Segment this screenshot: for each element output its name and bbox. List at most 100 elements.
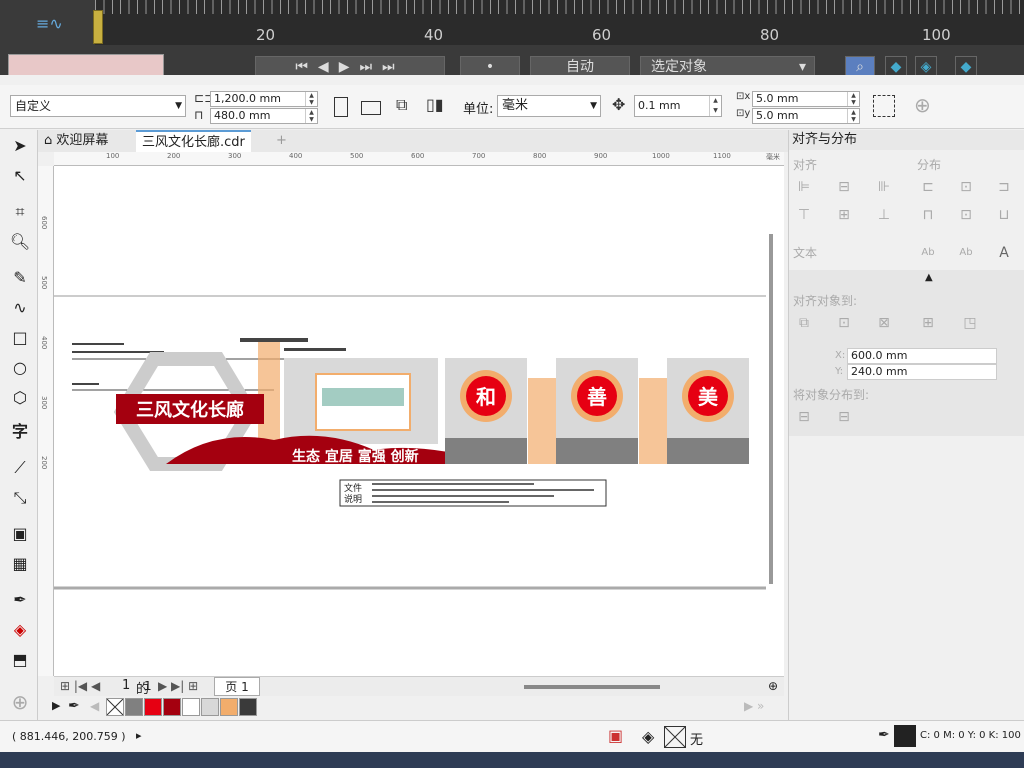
text-tool-icon[interactable]: 字: [8, 420, 32, 444]
mode-button[interactable]: 自动: [530, 56, 630, 76]
pick-tool-icon[interactable]: ➤: [8, 134, 32, 158]
preset-dropdown[interactable]: 自定义 ▼: [10, 95, 186, 117]
text-align-icon[interactable]: Ab: [919, 244, 937, 262]
selection-extent-icon[interactable]: ⊟: [795, 408, 813, 426]
spinner-icon[interactable]: ▲ ▼: [847, 109, 859, 123]
current-page-icon[interactable]: ▯▮: [426, 95, 444, 114]
fill-bucket-icon[interactable]: ◈: [642, 727, 654, 746]
horizontal-scrollbar[interactable]: [524, 685, 660, 689]
nudge-field[interactable]: 0.1 mm ▲ ▼: [634, 95, 722, 117]
all-pages-icon[interactable]: ⧉: [396, 95, 407, 115]
zoom-fit-icon[interactable]: ⊕: [768, 679, 778, 693]
record-button[interactable]: •: [460, 56, 520, 76]
playhead[interactable]: [93, 10, 103, 44]
waveform-icon[interactable]: ≡∿: [36, 14, 63, 33]
align-center-h-icon[interactable]: ⊟: [835, 178, 853, 196]
page-tab[interactable]: 页 1: [214, 677, 260, 696]
align-right-icon[interactable]: ⊪: [875, 178, 893, 196]
polygon-tool-icon[interactable]: ⬡: [8, 386, 32, 410]
align-left-icon[interactable]: ⊫: [795, 178, 813, 196]
page-extent-icon[interactable]: ⊟: [835, 408, 853, 426]
page-edge-icon[interactable]: ⊡: [835, 314, 853, 332]
playback-controls[interactable]: ⏮◀▶⏭⏭: [255, 56, 445, 76]
add-tool-icon[interactable]: ⊕: [8, 690, 32, 714]
distribute-left-icon[interactable]: ⊏: [919, 178, 937, 196]
collapse-icon[interactable]: ▲: [925, 272, 933, 283]
color-swatch[interactable]: [220, 698, 238, 716]
shape-tool-icon[interactable]: ↖: [8, 164, 32, 188]
spinner-icon[interactable]: ▲ ▼: [305, 92, 317, 106]
color-swatch[interactable]: [125, 698, 143, 716]
zoom-tool-icon[interactable]: 🔍︎: [8, 230, 32, 254]
landscape-icon[interactable]: [361, 101, 381, 115]
dup-x-field[interactable]: 5.0 mm ▲ ▼: [752, 91, 860, 107]
rectangle-tool-icon[interactable]: □: [8, 326, 32, 350]
y-field[interactable]: 240.0 mm: [847, 364, 997, 380]
distribute-middle-icon[interactable]: ⊡: [957, 206, 975, 224]
palette-flyout-icon[interactable]: ▶: [52, 699, 60, 712]
cube-icon[interactable]: ◆: [885, 56, 907, 76]
shadow-tool-icon[interactable]: ▣: [8, 522, 32, 546]
height-field[interactable]: 480.0 mm ▲ ▼: [210, 108, 318, 124]
color-swatch[interactable]: [201, 698, 219, 716]
distribute-top-icon[interactable]: ⊓: [919, 206, 937, 224]
active-object-icon[interactable]: ⧉: [795, 314, 813, 332]
dimension-tool-icon[interactable]: ⟋: [8, 456, 32, 480]
layers-icon[interactable]: ◆: [955, 56, 977, 76]
color-swatch[interactable]: [144, 698, 162, 716]
vertical-ruler[interactable]: 600 500 400 300 200: [38, 166, 54, 676]
color-swatch[interactable]: [182, 698, 200, 716]
monitor-icon[interactable]: ▣: [608, 726, 623, 745]
distribute-right-icon[interactable]: ⊐: [995, 178, 1013, 196]
spinner-icon[interactable]: ▲ ▼: [305, 109, 317, 123]
align-bottom-icon[interactable]: ⊥: [875, 206, 893, 224]
palette-right-icon[interactable]: ▶ »: [744, 699, 764, 713]
tab-welcome[interactable]: ⌂ 欢迎屏幕: [38, 130, 115, 152]
transparency-tool-icon[interactable]: ▦: [8, 552, 32, 576]
text-baseline-icon[interactable]: A: [995, 244, 1013, 262]
page-border-icon[interactable]: [873, 95, 895, 117]
search-icon[interactable]: ⌕: [845, 56, 875, 76]
align-center-v-icon[interactable]: ⊞: [835, 206, 853, 224]
pen-nib-icon[interactable]: ✒: [878, 727, 890, 743]
spinner-icon[interactable]: ▲ ▼: [847, 92, 859, 106]
distribute-bottom-icon[interactable]: ⊔: [995, 206, 1013, 224]
nav-first-icon[interactable]: ⊞ |◀ ◀: [60, 679, 100, 693]
drawing-canvas[interactable]: 三风文化长廊 生态 宜居 富强 创新 和 善 美 文件 说明: [54, 166, 784, 676]
width-field[interactable]: 1,200.0 mm ▲ ▼: [210, 91, 318, 107]
target-dropdown[interactable]: 选定对象 ▾: [640, 56, 815, 76]
crop-tool-icon[interactable]: ⌗: [8, 200, 32, 224]
x-field[interactable]: 600.0 mm: [847, 348, 997, 364]
add-icon[interactable]: ⊕: [914, 93, 931, 117]
eyedropper-tool-icon[interactable]: ✒: [8, 588, 32, 612]
smart-fill-icon[interactable]: ⬒: [8, 648, 32, 672]
dup-y-field[interactable]: 5.0 mm ▲ ▼: [752, 108, 860, 124]
pen-tool-icon[interactable]: ✎: [8, 266, 32, 290]
timeline-ruler[interactable]: [95, 0, 1024, 45]
align-top-icon[interactable]: ⊤: [795, 206, 813, 224]
box-icon[interactable]: ◈: [915, 56, 937, 76]
grid-icon[interactable]: ⊞: [919, 314, 937, 332]
unit-dropdown[interactable]: 毫米 ▼: [497, 95, 601, 117]
palette-left-icon[interactable]: ◀: [90, 699, 99, 713]
page-tab-label: 页 1: [225, 680, 249, 694]
distribute-center-icon[interactable]: ⊡: [957, 178, 975, 196]
color-swatch[interactable]: [239, 698, 257, 716]
nav-last-icon[interactable]: ▶ ▶| ⊞: [158, 679, 198, 693]
coords-flyout-icon[interactable]: ▸: [136, 729, 142, 742]
color-swatch[interactable]: [163, 698, 181, 716]
connector-tool-icon[interactable]: ⤡: [8, 486, 32, 510]
no-color-swatch[interactable]: [106, 698, 124, 716]
ellipse-tool-icon[interactable]: ○: [8, 356, 32, 380]
horizontal-ruler[interactable]: 100 200 300 400 500 600 700 800 900 1000…: [54, 152, 784, 166]
text-align-icon[interactable]: Ab: [957, 244, 975, 262]
eyedropper-icon[interactable]: ✒: [68, 698, 80, 714]
portrait-icon[interactable]: [334, 97, 348, 117]
new-tab-icon[interactable]: +: [270, 130, 293, 152]
fill-tool-icon[interactable]: ◈: [8, 618, 32, 642]
point-icon[interactable]: ◳: [961, 314, 979, 332]
tab-document[interactable]: 三风文化长廊.cdr: [136, 130, 251, 152]
curve-tool-icon[interactable]: ∿: [8, 296, 32, 320]
page-center-icon[interactable]: ⊠: [875, 314, 893, 332]
spinner-icon[interactable]: ▲ ▼: [709, 96, 721, 116]
